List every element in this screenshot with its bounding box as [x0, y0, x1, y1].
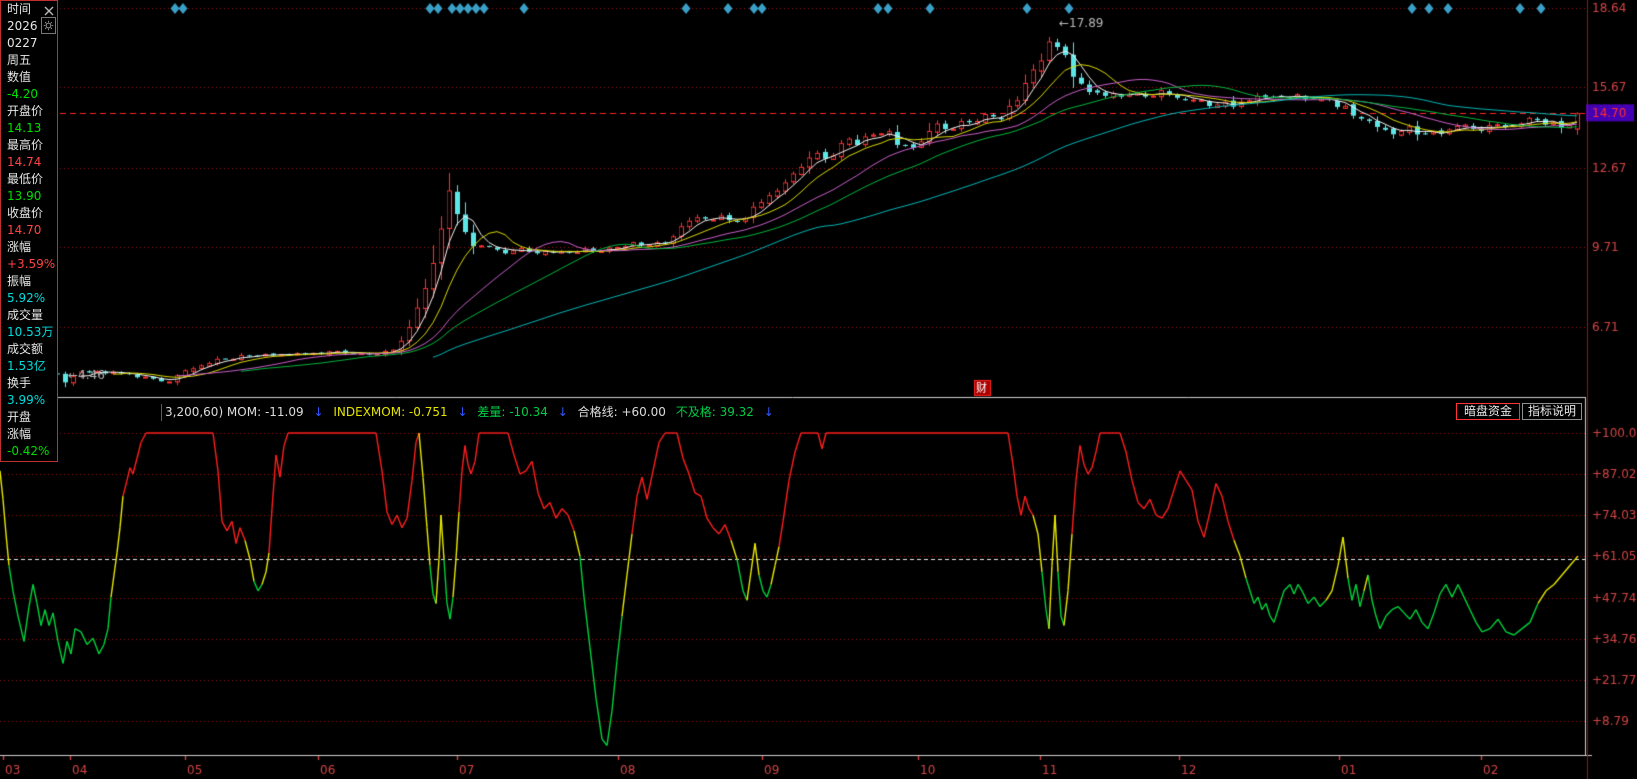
- down-arrow-icon: ↓: [764, 405, 774, 419]
- info-low-label: 最低价: [1, 171, 57, 188]
- info-ampl-label: 振幅: [1, 273, 57, 290]
- info-high: 14.74: [1, 154, 57, 171]
- info-change: +3.59%: [1, 256, 57, 273]
- indicator-row-divider: [161, 404, 162, 421]
- info-low: 13.90: [1, 188, 57, 205]
- down-arrow-icon: ↓: [313, 405, 323, 419]
- info-open: 14.13: [1, 120, 57, 137]
- info-vol: 10.53万: [1, 324, 57, 341]
- gear-icon[interactable]: [41, 17, 56, 34]
- info-close: 14.70: [1, 222, 57, 239]
- chart-canvas[interactable]: [0, 0, 1637, 779]
- dark-pool-funds-button[interactable]: 暗盘资金: [1456, 403, 1520, 420]
- info-date: 0227: [1, 35, 57, 52]
- info-high-label: 最高价: [1, 137, 57, 154]
- info-value: -4.20: [1, 86, 57, 103]
- close-icon[interactable]: [43, 2, 56, 15]
- info-vol-label: 成交量: [1, 307, 57, 324]
- info-amount-label: 成交额: [1, 341, 57, 358]
- indicator-help-button[interactable]: 指标说明: [1522, 403, 1582, 420]
- down-arrow-icon: ↓: [558, 405, 568, 419]
- info-amount: 1.53亿: [1, 358, 57, 375]
- info-turnover-label: 换手: [1, 375, 57, 392]
- down-arrow-icon: ↓: [457, 405, 467, 419]
- info-openchg-label1: 开盘: [1, 409, 57, 426]
- diff-value: 差量: -10.34: [477, 405, 548, 419]
- info-close-label: 收盘价: [1, 205, 57, 222]
- indicator-value-row: 3,200,60) MOM: -11.09 ↓ INDEXMOM: -0.751…: [165, 404, 780, 421]
- stock-chart-window: 时间 2026 0227 周五 数值 -4.20 开盘价 14.13 最高价 1…: [0, 0, 1637, 779]
- info-turnover: 3.99%: [1, 392, 57, 409]
- info-open-label: 开盘价: [1, 103, 57, 120]
- info-weekday: 周五: [1, 52, 57, 69]
- mom-params-value: 3,200,60) MOM: -11.09: [165, 405, 304, 419]
- info-value-label: 数值: [1, 69, 57, 86]
- info-openchg-label2: 涨幅: [1, 426, 57, 443]
- indexmom-value: INDEXMOM: -0.751: [333, 405, 447, 419]
- passline-value: 合格线: +60.00: [578, 405, 666, 419]
- info-ampl: 5.92%: [1, 290, 57, 307]
- fail-value: 不及格: 39.32: [676, 405, 754, 419]
- info-change-label: 涨幅: [1, 239, 57, 256]
- info-openchg: -0.42%: [1, 443, 57, 460]
- crosshair-info-panel: 时间 2026 0227 周五 数值 -4.20 开盘价 14.13 最高价 1…: [0, 0, 58, 462]
